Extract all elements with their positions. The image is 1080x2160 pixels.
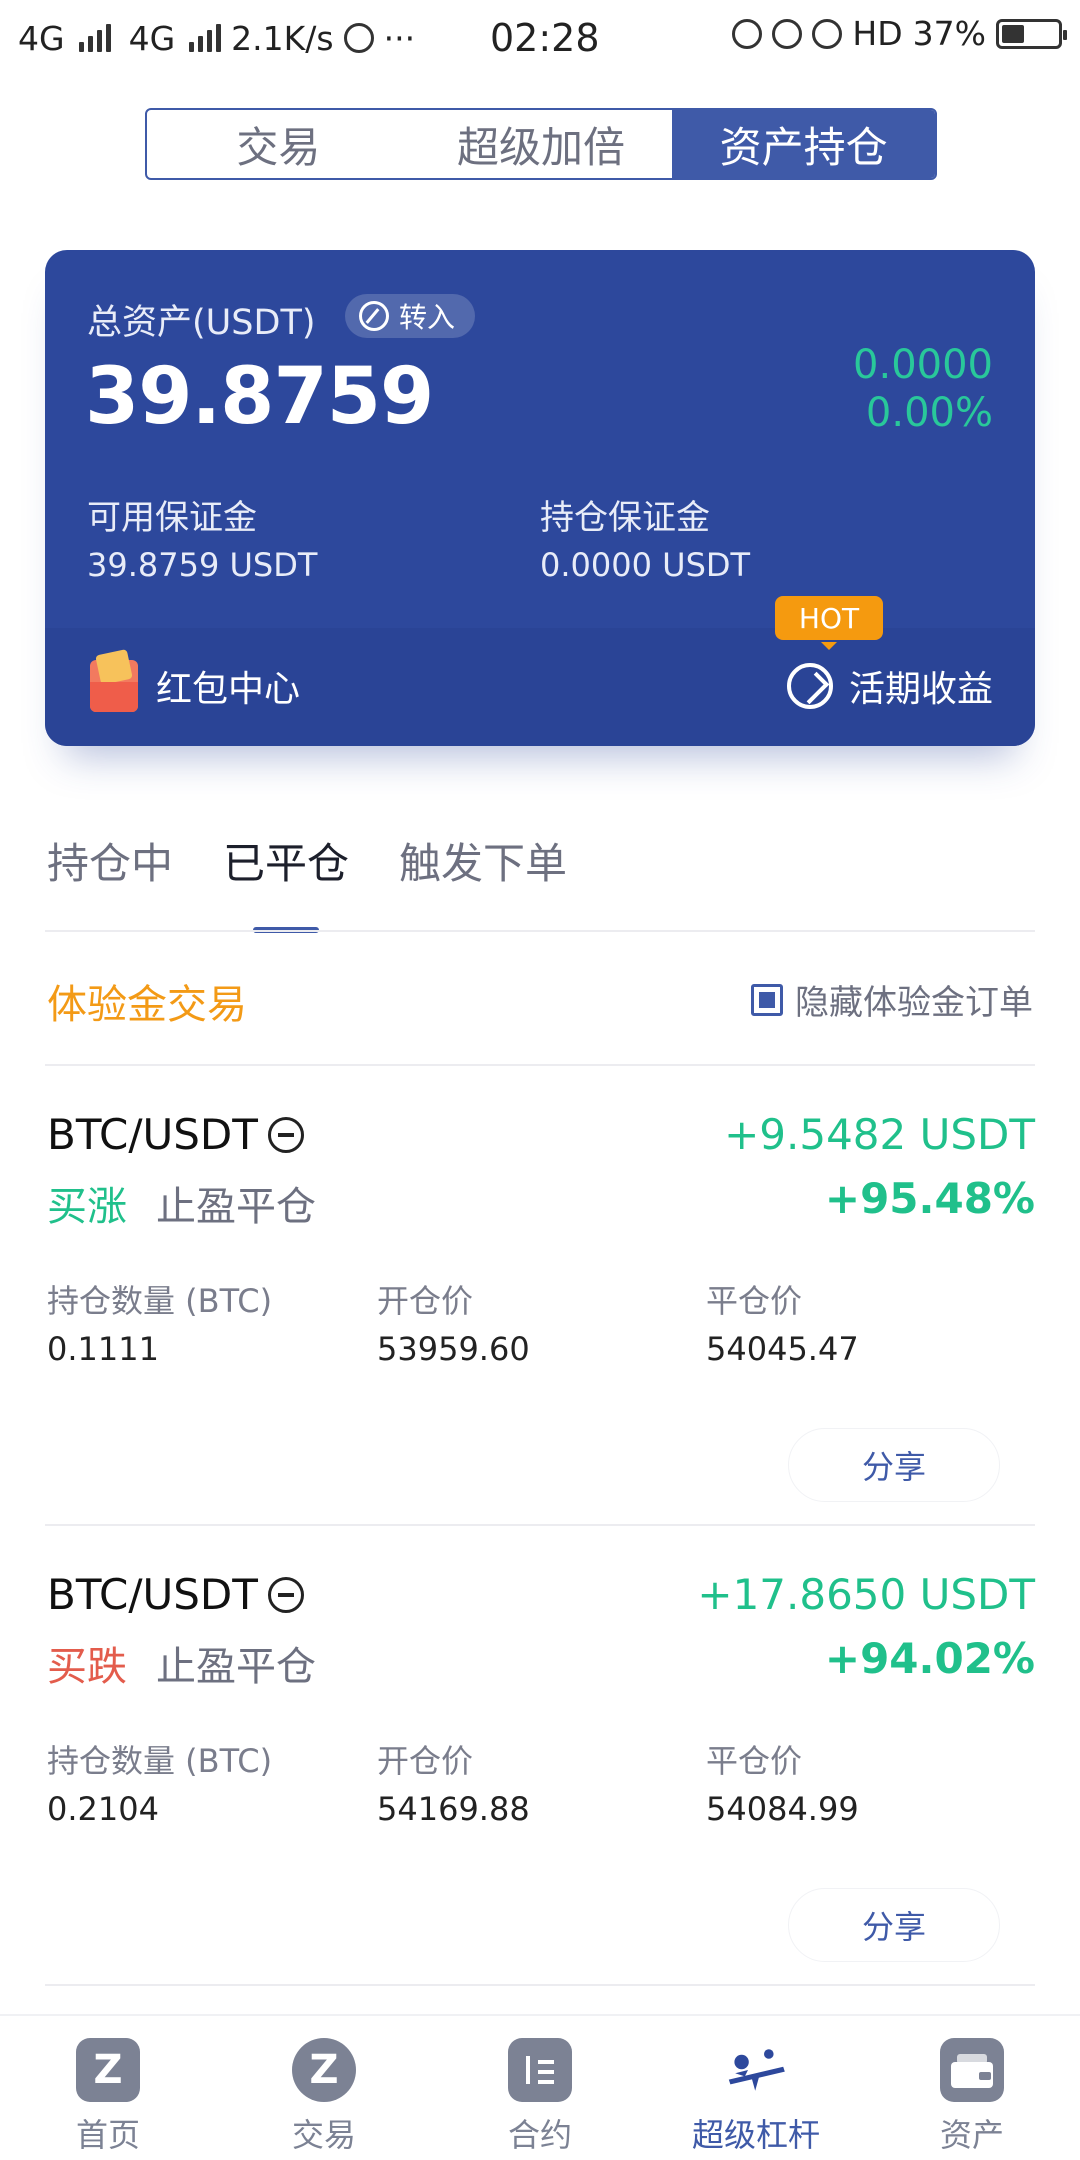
order-card: BTC/USDT +17.8650 USDT 买跌 止盈平仓 +94.02% 持…	[0, 1530, 1080, 1990]
redpacket-center-button[interactable]: 红包中心	[90, 660, 300, 712]
hd-label: HD	[852, 14, 903, 53]
order-card: BTC/USDT +9.5482 USDT 买涨 止盈平仓 +95.48% 持仓…	[0, 1070, 1080, 1530]
open-price-value: 53959.60	[377, 1330, 530, 1368]
qty-value: 0.1111	[47, 1330, 159, 1368]
wallet-icon	[940, 2038, 1004, 2102]
qty-label: 持仓数量 (BTC)	[47, 1742, 273, 1780]
checkbox-icon[interactable]	[751, 983, 783, 1016]
earn-label: 活期收益	[848, 669, 993, 710]
nav-contract[interactable]: 合约	[432, 2016, 648, 2160]
total-pnl-amount: 0.0000	[853, 342, 993, 388]
mute-icon	[812, 18, 843, 49]
trade-icon: Z	[292, 2038, 356, 2102]
nav-home-label: 首页	[75, 2116, 140, 2154]
order-status: 止盈平仓	[156, 1644, 316, 1690]
hide-trial-label: 隐藏体验金订单	[795, 983, 1033, 1023]
hot-badge: HOT	[775, 596, 883, 650]
battery-percent: 37%	[912, 14, 986, 53]
alarm-icon	[772, 18, 803, 49]
pair-info-icon[interactable]	[267, 1576, 304, 1613]
close-price-label: 平仓价	[706, 1742, 803, 1780]
segment-trade[interactable]: 交易	[147, 110, 410, 178]
nav-super-leverage-label: 超级杠杆	[691, 2116, 820, 2154]
divider	[45, 1524, 1035, 1526]
asset-card: 总资产(USDT) 转入 39.8759 0.0000 0.00% 可用保证金 …	[45, 250, 1035, 746]
nav-assets-label: 资产	[939, 2116, 1004, 2154]
network-speed: 2.1K/s	[231, 18, 334, 58]
divider	[45, 1064, 1035, 1066]
status-time: 02:28	[490, 16, 600, 60]
order-side: 买涨	[47, 1184, 127, 1230]
pair-label: BTC/USDT	[47, 1110, 258, 1159]
available-margin-value: 39.8759 USDT	[87, 546, 318, 584]
order-pnl-rate: +95.48%	[824, 1174, 1035, 1223]
battery-icon	[996, 18, 1067, 49]
pair-info-icon[interactable]	[267, 1116, 304, 1153]
position-margin-label: 持仓保证金	[540, 498, 710, 538]
contract-icon	[508, 2038, 572, 2102]
transfer-label: 转入	[399, 301, 456, 334]
order-pair: BTC/USDT	[47, 1570, 304, 1619]
status-left: 4G 4G 2.1K/s ···	[18, 19, 415, 58]
segment-asset-position[interactable]: 资产持仓	[672, 110, 935, 178]
bluetooth-icon	[732, 18, 763, 49]
hand-icon	[343, 23, 374, 53]
segment-super-double[interactable]: 超级加倍	[410, 110, 673, 178]
transfer-icon	[359, 301, 389, 331]
total-pnl-percent: 0.00%	[865, 390, 993, 436]
network-type-2: 4G	[128, 18, 176, 58]
order-tabs: 持仓中 已平仓 触发下单	[47, 830, 567, 933]
nav-super-leverage[interactable]: 超级杠杆	[648, 2016, 864, 2160]
nav-trade[interactable]: Z 交易	[216, 2016, 432, 2160]
divider	[45, 930, 1035, 932]
trial-fund-title: 体验金交易	[47, 982, 247, 1028]
order-pair: BTC/USDT	[47, 1110, 304, 1159]
divider	[45, 1984, 1035, 1986]
open-price-label: 开仓价	[377, 1282, 474, 1320]
position-margin-value: 0.0000 USDT	[540, 546, 751, 584]
hide-trial-orders-toggle[interactable]: 隐藏体验金订单	[751, 975, 1033, 1024]
nav-contract-label: 合约	[507, 2116, 572, 2154]
nav-trade-label: 交易	[291, 2116, 356, 2154]
close-price-value: 54084.99	[706, 1790, 859, 1828]
transfer-in-button[interactable]: 转入	[345, 294, 476, 338]
pair-label: BTC/USDT	[47, 1570, 258, 1619]
tab-trigger-order[interactable]: 触发下单	[399, 830, 567, 891]
network-type: 4G	[18, 18, 65, 58]
close-price-value: 54045.47	[706, 1330, 859, 1368]
total-asset-label: 总资产(USDT)	[87, 303, 316, 343]
open-price-value: 54169.88	[377, 1790, 530, 1828]
signal-icon-2	[189, 24, 222, 52]
nav-assets[interactable]: 资产	[864, 2016, 1080, 2160]
open-price-label: 开仓价	[377, 1742, 474, 1780]
share-button[interactable]: 分享	[788, 1428, 1000, 1502]
flexible-earn-button[interactable]: 活期收益	[786, 660, 993, 712]
top-segment-control: 交易 超级加倍 资产持仓	[145, 108, 937, 180]
tab-holding[interactable]: 持仓中	[47, 830, 173, 891]
available-margin-label: 可用保证金	[87, 498, 257, 538]
tab-closed[interactable]: 已平仓	[223, 830, 349, 933]
share-button[interactable]: 分享	[788, 1888, 1000, 1962]
total-asset-value: 39.8759	[85, 352, 434, 442]
redpacket-label: 红包中心	[156, 669, 301, 710]
order-status: 止盈平仓	[156, 1184, 316, 1230]
earn-trend-icon	[786, 663, 833, 709]
order-pnl-rate: +94.02%	[824, 1634, 1035, 1683]
nav-home[interactable]: Z 首页	[0, 2016, 216, 2160]
status-bar: 4G 4G 2.1K/s ··· 02:28 HD 37%	[0, 0, 1080, 76]
signal-icon	[78, 24, 111, 52]
qty-value: 0.2104	[47, 1790, 159, 1828]
super-leverage-icon	[724, 2038, 788, 2102]
close-price-label: 平仓价	[706, 1282, 803, 1320]
order-side: 买跌	[47, 1644, 127, 1690]
home-icon: Z	[76, 2038, 140, 2102]
order-pnl-usdt: +9.5482 USDT	[724, 1110, 1035, 1159]
qty-label: 持仓数量 (BTC)	[47, 1282, 273, 1320]
order-pnl-usdt: +17.8650 USDT	[697, 1570, 1035, 1619]
more-icon: ···	[383, 18, 416, 58]
bottom-nav: Z 首页 Z 交易 合约 超级杠杆 资产	[0, 2014, 1080, 2160]
status-right: HD 37%	[732, 14, 1067, 53]
redpacket-icon	[90, 660, 138, 712]
